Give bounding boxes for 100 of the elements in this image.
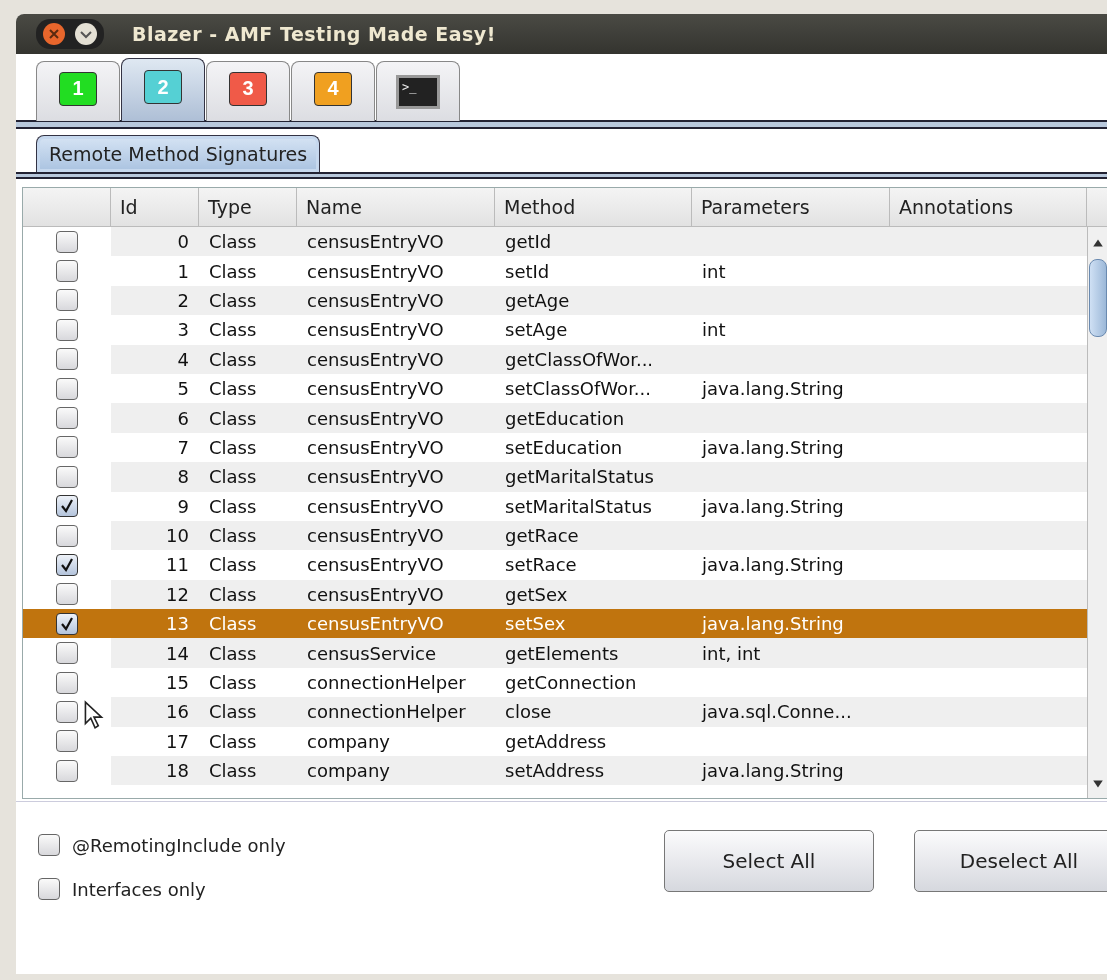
table-cell: close [505,701,552,723]
table-cell: 6 [177,407,189,429]
table-cell: setEducation [505,436,623,458]
table-row[interactable]: 16 Class connectionHelper close java.sql.Conne... [23,697,1087,727]
table-row[interactable]: 0 Class censusEntryVO getId [23,227,1087,257]
column-header[interactable]: Method [495,188,692,226]
table-cell: Class [209,319,257,341]
table-row[interactable]: 7 Class censusEntryVO setEducation java.lang.String [23,432,1087,463]
table-cell: 2 [177,289,189,311]
table-cell: getId [505,231,552,253]
checkbox[interactable] [56,759,78,782]
checkbox[interactable] [56,348,78,371]
checkbox[interactable] [56,230,78,253]
table-cell: Class [209,672,257,694]
checkbox[interactable] [56,465,78,488]
table-cell: getRace [505,525,579,547]
table-row[interactable]: 1 Class censusEntryVO setId int [23,256,1087,286]
checkbox[interactable] [56,642,78,665]
table-row[interactable]: 4 Class censusEntryVO getClassOfWor... [23,344,1087,374]
checkbox[interactable] [56,318,78,341]
column-header[interactable]: Annotations [890,188,1087,226]
checkbox[interactable] [56,730,78,753]
cursor-icon [83,700,105,730]
table-cell: java.lang.String [702,613,844,635]
column-header[interactable]: Type [199,188,297,226]
table-cell: 1 [177,260,189,282]
table-row[interactable]: 14 Class censusService getElements int, int [23,638,1087,668]
scrollbar[interactable] [1087,227,1107,798]
table-cell: setRace [505,554,577,576]
table-cell: 12 [166,583,189,605]
table-cell: getElements [505,642,619,664]
table-cell: java.sql.Conne... [702,701,852,723]
table-row[interactable]: 3 Class censusEntryVO setAge int [23,315,1087,345]
table-cell: Class [209,436,257,458]
checkbox[interactable] [56,495,78,518]
checkbox[interactable] [56,260,78,283]
table-cell: Class [209,289,257,311]
table-row[interactable]: 18 Class company setAddress java.lang.String [23,756,1087,786]
checkbox[interactable] [56,407,78,430]
table-cell: setClassOfWor... [505,378,652,400]
checkmark-icon [59,615,75,632]
scroll-down-icon[interactable] [1092,778,1104,790]
table-row[interactable]: 2 Class censusEntryVO getAge [23,285,1087,316]
table-row[interactable]: 9 Class censusEntryVO setMaritalStatus java.lang.String [23,491,1087,521]
table-cell: 16 [166,701,189,723]
scroll-up-icon[interactable] [1092,237,1104,249]
table-cell: censusService [307,642,437,664]
checkmark-icon [59,498,75,515]
table-cell: Class [209,378,257,400]
table-cell: 0 [177,231,189,253]
column-header[interactable]: Name [297,188,495,226]
table-cell: Class [209,554,257,576]
column-header[interactable]: Parameters [692,188,890,226]
table-cell: getEducation [505,407,625,429]
table-row[interactable]: 12 Class censusEntryVO getSex [23,579,1087,610]
table-cell: Class [209,466,257,488]
table-cell: setSex [505,613,566,635]
checkbox-label[interactable]: @RemotingInclude only [72,834,286,856]
table-cell: censusEntryVO [307,407,444,429]
table-cell: censusEntryVO [307,348,444,370]
table-row[interactable]: 11 Class censusEntryVO setRace java.lang.String [23,550,1087,580]
scroll-thumb[interactable] [1089,259,1107,337]
table-row[interactable]: 10 Class censusEntryVO getRace [23,520,1087,551]
checkbox[interactable] [38,878,60,900]
table-row[interactable]: 13 Class censusEntryVO setSex java.lang.String [23,609,1087,639]
checkmark-icon [59,557,75,573]
checkbox[interactable] [56,289,78,312]
table-cell: java.lang.String [702,554,844,576]
table-row[interactable]: 17 Class company getAddress [23,726,1087,757]
table-cell: censusEntryVO [307,554,444,576]
checkbox[interactable] [56,524,78,547]
checkbox[interactable] [38,834,60,856]
table-row[interactable]: 5 Class censusEntryVO setClassOfWor... java.lang.String [23,373,1087,404]
checkbox[interactable] [56,436,78,459]
table-row[interactable]: 8 Class censusEntryVO getMaritalStatus [23,462,1087,492]
table-cell: 15 [166,672,189,694]
table-cell: setMaritalStatus [505,495,652,517]
table-cell: censusEntryVO [307,319,444,341]
checkbox[interactable] [56,671,78,694]
table-row[interactable]: 15 Class connectionHelper getConnection [23,667,1087,698]
table-cell: int [702,260,726,282]
checkbox-label[interactable]: Interfaces only [72,878,206,900]
checkbox[interactable] [56,377,78,400]
tab[interactable]: >_ [376,61,460,121]
checkbox[interactable] [56,583,78,606]
table-cell: Class [209,525,257,547]
table-cell: censusEntryVO [307,378,444,400]
column-header[interactable]: Id [111,188,199,226]
table-cell: company [307,730,390,752]
chevron-down-icon[interactable] [74,22,98,46]
tab[interactable]: Remote Method Signatures [36,135,321,172]
checkbox[interactable] [56,700,78,723]
checkbox[interactable] [56,612,78,635]
action-button[interactable]: Select All [664,830,874,892]
table-row[interactable]: 6 Class censusEntryVO getEducation [23,403,1087,433]
action-button[interactable]: Deselect All [914,830,1107,892]
checkbox[interactable] [56,554,78,576]
table-cell: 10 [166,525,189,547]
close-icon[interactable] [42,22,66,46]
table-cell: Class [209,260,257,282]
